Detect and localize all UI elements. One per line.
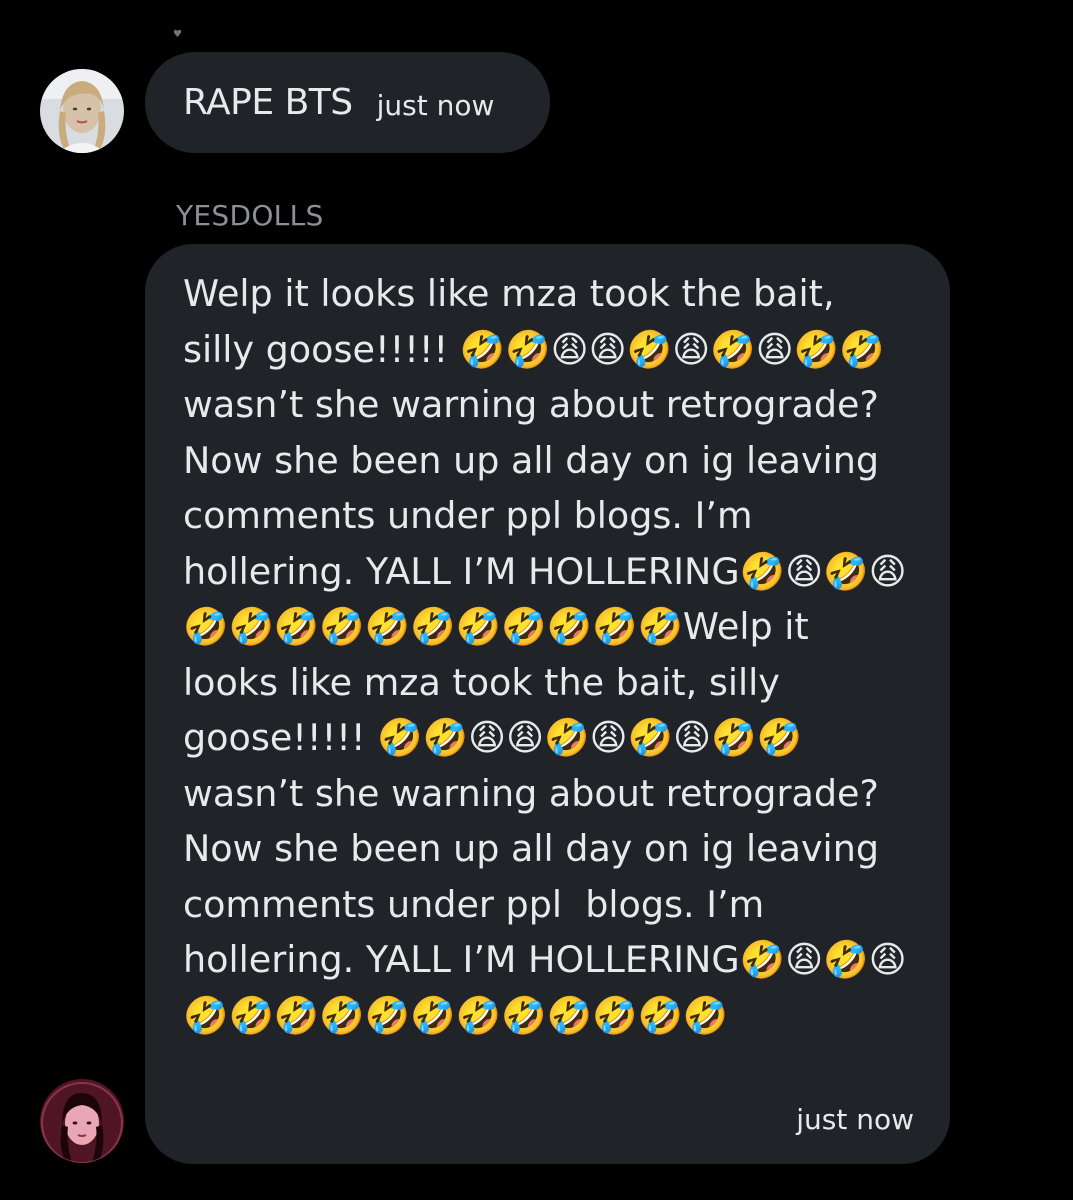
- user-avatar-icon: [40, 1079, 124, 1163]
- message-timestamp: just now: [796, 1103, 914, 1136]
- sender-name[interactable]: YESDOLLS: [176, 199, 324, 232]
- reaction-heart-icon[interactable]: ♥: [173, 30, 182, 40]
- avatar[interactable]: [40, 1079, 124, 1163]
- message-bubble[interactable]: RAPE BTS just now: [145, 52, 550, 153]
- message-bubble[interactable]: Welp it looks like mza took the bait, si…: [145, 244, 950, 1164]
- message-timestamp: just now: [376, 89, 495, 122]
- message-text: Welp it looks like mza took the bait, si…: [183, 272, 907, 1037]
- message-text: RAPE BTS: [183, 82, 353, 123]
- user-avatar-icon: [40, 69, 124, 153]
- avatar[interactable]: [40, 69, 124, 153]
